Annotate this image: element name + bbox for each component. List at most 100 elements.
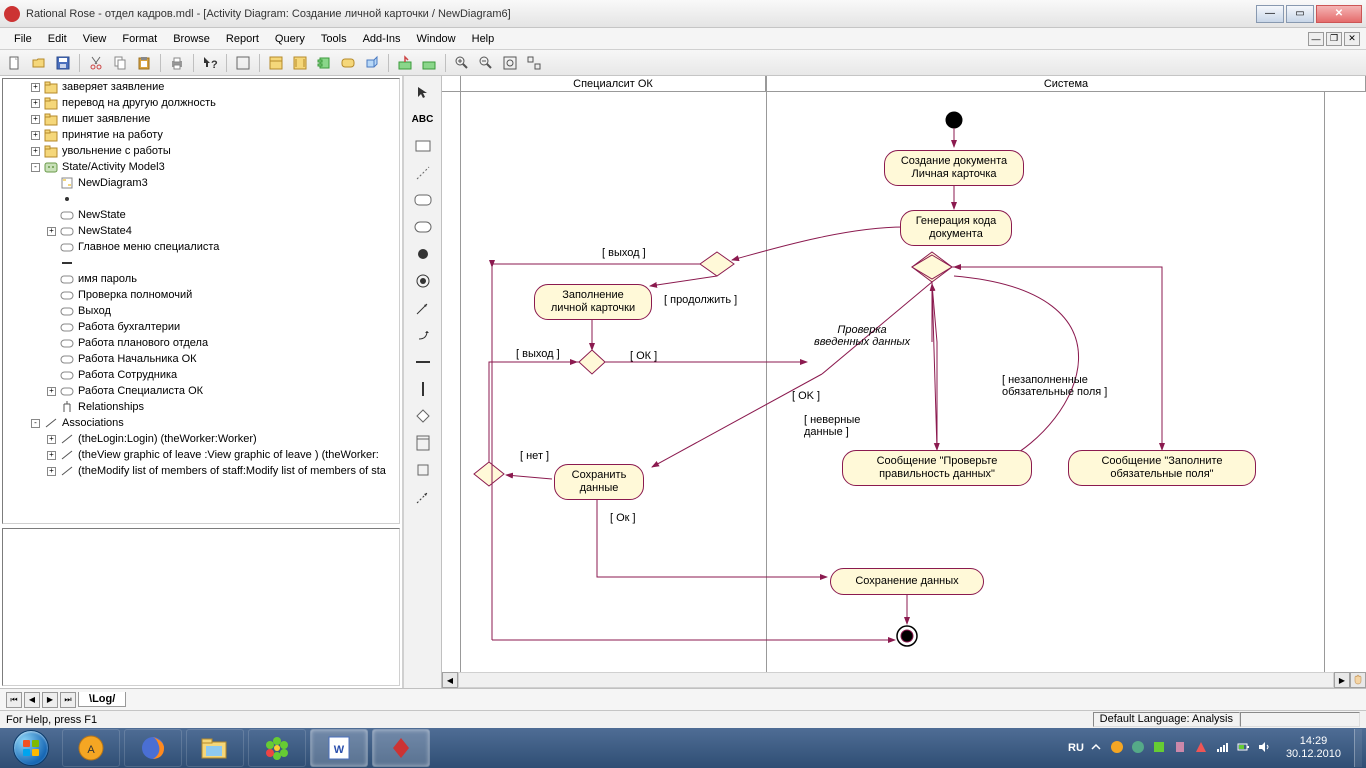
maximize-button[interactable]: ▭ (1286, 5, 1314, 23)
expand-icon[interactable]: + (31, 115, 40, 124)
taskbar-explorer[interactable] (186, 729, 244, 767)
expand-icon[interactable]: + (31, 131, 40, 140)
tb-browse-prev[interactable] (418, 52, 440, 74)
tray-icon-4[interactable] (1173, 740, 1189, 756)
tb-fit-window[interactable] (499, 52, 521, 74)
taskbar-icq[interactable] (248, 729, 306, 767)
log-nav-next[interactable]: ▶ (42, 692, 58, 708)
tray-icon-2[interactable] (1131, 740, 1147, 756)
start-button[interactable] (4, 729, 58, 767)
log-tab[interactable]: \Log/ (78, 692, 126, 707)
tree-item[interactable]: Relationships (3, 399, 399, 415)
lane-title-1[interactable]: Специалсит ОК (460, 76, 766, 91)
palette-end[interactable] (409, 269, 437, 293)
tree-item[interactable]: NewState (3, 207, 399, 223)
documentation-pane[interactable] (2, 528, 400, 686)
tree-item[interactable]: Работа бухгалтерии (3, 319, 399, 335)
tree-item[interactable]: +NewState4 (3, 223, 399, 239)
palette-note[interactable] (409, 134, 437, 158)
palette-sync-v[interactable] (409, 377, 437, 401)
palette-anchor[interactable] (409, 161, 437, 185)
hscroll-right[interactable]: ▶ (1334, 672, 1350, 688)
menu-view[interactable]: View (75, 31, 115, 47)
menu-window[interactable]: Window (409, 31, 464, 47)
palette-text[interactable]: ABC (409, 107, 437, 131)
tb-browse-class[interactable] (265, 52, 287, 74)
tb-paste[interactable] (133, 52, 155, 74)
show-desktop-button[interactable] (1354, 729, 1362, 767)
palette-state[interactable] (409, 188, 437, 212)
tree-item[interactable]: +(theModify list of members of staff:Mod… (3, 463, 399, 479)
canvas-scroll[interactable]: Специалсит ОК Система (442, 76, 1366, 672)
tray-clock[interactable]: 14:29 30.12.2010 (1278, 735, 1349, 761)
mdi-close-button[interactable]: ✕ (1344, 32, 1360, 46)
menu-edit[interactable]: Edit (40, 31, 75, 47)
tree-item[interactable]: Главное меню специалиста (3, 239, 399, 255)
palette-swimlane[interactable] (409, 431, 437, 455)
tree-item[interactable]: NewDiagram3 (3, 175, 399, 191)
tree-item[interactable]: +пишет заявление (3, 111, 399, 127)
node-msg-fill[interactable]: Сообщение "Заполните обязательные поля" (1068, 450, 1256, 486)
hscroll-left[interactable]: ◀ (442, 672, 458, 688)
tree-item[interactable]: +заверяет заявление (3, 79, 399, 95)
tray-icon-1[interactable] (1110, 740, 1126, 756)
tray-power-icon[interactable] (1236, 740, 1252, 756)
taskbar-firefox[interactable] (124, 729, 182, 767)
tree-item[interactable]: +Работа Специалиста ОК (3, 383, 399, 399)
menu-file[interactable]: File (6, 31, 40, 47)
expand-icon[interactable]: + (47, 387, 56, 396)
menu-query[interactable]: Query (267, 31, 313, 47)
diagram-canvas[interactable]: Создание документа Личная карточка Генер… (442, 92, 1342, 672)
tree-item[interactable]: +перевод на другую должность (3, 95, 399, 111)
tree-item[interactable]: -Associations (3, 415, 399, 431)
palette-object-flow[interactable] (409, 485, 437, 509)
tree-item[interactable]: +увольнение с работы (3, 143, 399, 159)
taskbar-app-1[interactable]: A (62, 729, 120, 767)
tb-browse-statechart[interactable] (337, 52, 359, 74)
hscroll-track[interactable] (458, 672, 1334, 688)
palette-self-transition[interactable] (409, 323, 437, 347)
node-save-data[interactable]: Сохранить данные (554, 464, 644, 500)
expand-icon[interactable]: + (47, 227, 56, 236)
tb-context-help[interactable]: ? (199, 52, 221, 74)
node-fill-card[interactable]: Заполнение личной карточки (534, 284, 652, 320)
collapse-icon[interactable]: - (31, 419, 40, 428)
tree-item[interactable]: Работа Сотрудника (3, 367, 399, 383)
pan-hand-icon[interactable] (1350, 672, 1366, 688)
tray-network-icon[interactable] (1215, 740, 1231, 756)
node-create-doc[interactable]: Создание документа Личная карточка (884, 150, 1024, 186)
tree-item[interactable]: имя пароль (3, 271, 399, 287)
tb-view-doc[interactable] (232, 52, 254, 74)
node-msg-check[interactable]: Сообщение "Проверьте правильность данных… (842, 450, 1032, 486)
tb-open[interactable] (28, 52, 50, 74)
close-button[interactable]: ✕ (1316, 5, 1362, 23)
tb-zoom-in[interactable] (451, 52, 473, 74)
tb-browse-parent[interactable] (394, 52, 416, 74)
expand-icon[interactable]: + (31, 99, 40, 108)
palette-activity[interactable] (409, 215, 437, 239)
tree-item[interactable]: +(theLogin:Login) (theWorker:Worker) (3, 431, 399, 447)
expand-icon[interactable]: + (31, 83, 40, 92)
menu-browse[interactable]: Browse (165, 31, 218, 47)
tb-save[interactable] (52, 52, 74, 74)
palette-sync-h[interactable] (409, 350, 437, 374)
tray-volume-icon[interactable] (1257, 740, 1273, 756)
collapse-icon[interactable]: - (31, 163, 40, 172)
tree-item[interactable]: Проверка полномочий (3, 287, 399, 303)
tree-item[interactable]: Работа планового отдела (3, 335, 399, 351)
tb-browse-deployment[interactable] (361, 52, 383, 74)
tb-browse-interaction[interactable] (289, 52, 311, 74)
tb-zoom-out[interactable] (475, 52, 497, 74)
tray-icon-3[interactable] (1152, 740, 1168, 756)
expand-icon[interactable]: + (47, 467, 56, 476)
tree-scroll[interactable]: +заверяет заявление+перевод на другую до… (3, 79, 399, 523)
lang-indicator[interactable]: RU (1068, 742, 1084, 754)
lane-title-2[interactable]: Система (766, 76, 1366, 91)
log-nav-last[interactable]: ⏭ (60, 692, 76, 708)
tree-item[interactable]: +принятие на работу (3, 127, 399, 143)
menu-addins[interactable]: Add-Ins (355, 31, 409, 47)
mdi-minimize-button[interactable]: — (1308, 32, 1324, 46)
tree-item[interactable]: Работа Начальника ОК (3, 351, 399, 367)
taskbar-word[interactable]: W (310, 729, 368, 767)
log-nav-first[interactable]: ⏮ (6, 692, 22, 708)
